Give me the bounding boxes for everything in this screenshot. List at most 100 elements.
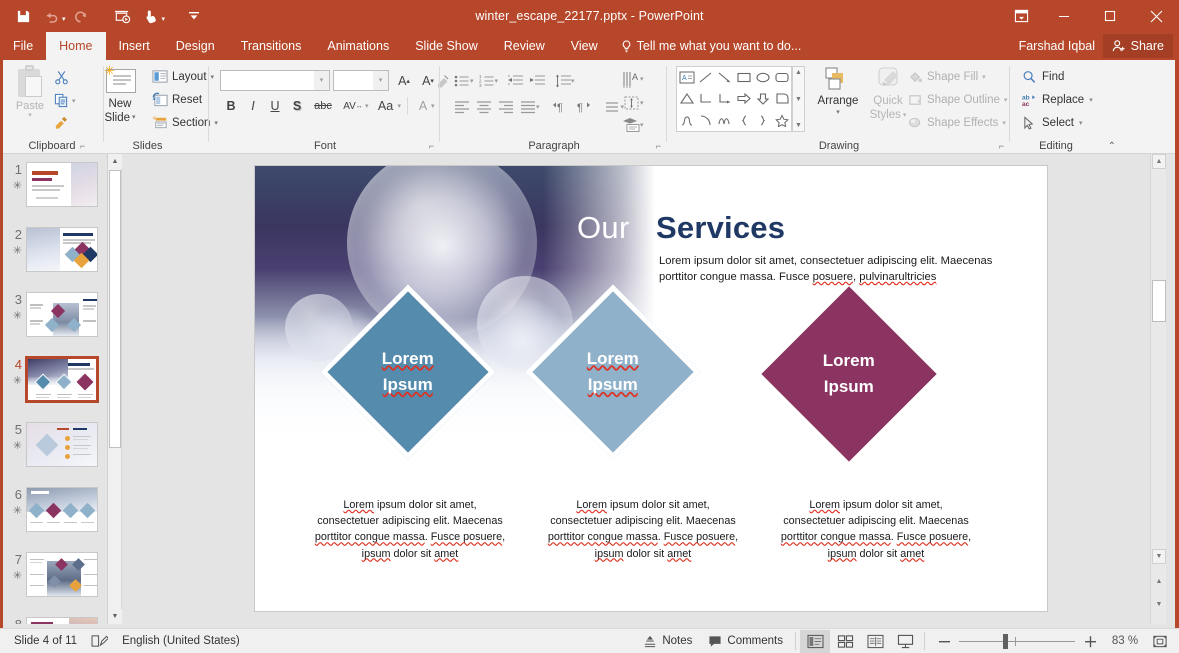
account-name[interactable]: Farshad Iqbal xyxy=(1019,32,1095,60)
font-size-dropdown-icon[interactable]: ▾ xyxy=(373,71,388,90)
view-slide-sorter-button[interactable] xyxy=(830,630,860,653)
text-shadow-button[interactable]: S xyxy=(286,95,308,117)
thumbnail-image-7[interactable] xyxy=(26,552,98,597)
slide-scroll-up-icon[interactable]: ▲ xyxy=(1152,154,1166,169)
next-slide-icon[interactable]: ▼ xyxy=(1152,597,1166,612)
align-text-box-dropdown-icon[interactable]: ▾ xyxy=(640,99,644,107)
caption-2[interactable]: Lorem ipsum dolor sit amet, consectetuer… xyxy=(545,497,741,562)
shape-rounded-rectangle-icon[interactable] xyxy=(772,67,791,88)
language-label[interactable]: English (United States) xyxy=(122,635,240,647)
fit-slide-to-window-button[interactable] xyxy=(1145,630,1175,653)
find-button[interactable]: Find xyxy=(1022,65,1110,88)
maximize-button[interactable] xyxy=(1087,0,1133,32)
italic-button[interactable]: I xyxy=(242,95,264,117)
slide-scroll-down-icon[interactable]: ▼ xyxy=(1152,549,1166,564)
previous-slide-icon[interactable]: ▲ xyxy=(1152,574,1166,589)
character-spacing-button[interactable]: AV ↔ xyxy=(338,95,368,117)
shapes-scroll-down-icon[interactable]: ▼ xyxy=(795,96,802,103)
align-right-button[interactable] xyxy=(495,96,517,118)
replace-dropdown-icon[interactable]: ▾ xyxy=(1089,96,1093,104)
new-slide-dropdown-icon[interactable]: ▾ xyxy=(132,114,136,123)
copy-dropdown-icon[interactable]: ▾ xyxy=(72,97,76,105)
ribbon-display-options-icon[interactable] xyxy=(1001,0,1041,32)
caption-1[interactable]: Lorem ipsum dolor sit amet, consectetuer… xyxy=(312,497,508,562)
align-center-button[interactable] xyxy=(473,96,495,118)
thumbnail-panel-scrollbar[interactable]: ▲ ▼ xyxy=(108,154,122,624)
arrange-button[interactable]: Arrange ▾ xyxy=(814,65,862,137)
shape-left-brace-icon[interactable] xyxy=(734,110,753,131)
decrease-indent-button[interactable] xyxy=(504,70,526,92)
shapes-gallery-more-icon[interactable]: ▼ xyxy=(795,122,802,129)
increase-font-size-button[interactable]: A ▴ xyxy=(393,70,415,92)
minimize-button[interactable] xyxy=(1041,0,1087,32)
quick-styles-button[interactable]: Quick Styles ▾ xyxy=(864,65,912,137)
tab-view[interactable]: View xyxy=(558,32,611,60)
bold-button[interactable]: B xyxy=(220,95,242,117)
change-case-dropdown-icon[interactable]: ▾ xyxy=(398,102,402,110)
shapes-scroll-up-icon[interactable]: ▲ xyxy=(795,69,802,76)
view-reading-button[interactable] xyxy=(860,630,890,653)
thumbnail-image-8[interactable] xyxy=(26,617,98,624)
thumbnail-image-2[interactable] xyxy=(26,227,98,272)
thumbnail-slide-3[interactable]: 3 ✳ xyxy=(0,292,107,352)
font-size-field[interactable] xyxy=(335,72,373,89)
notes-button[interactable]: Notes xyxy=(635,629,700,653)
font-dialog-launcher[interactable]: ⌐ xyxy=(429,141,434,151)
shape-effects-dropdown-icon[interactable]: ▾ xyxy=(1002,119,1006,127)
thumbnail-slide-8[interactable]: 8 ✳ xyxy=(0,617,107,624)
shape-ellipse-icon[interactable] xyxy=(753,67,772,88)
thumbnail-scrollbar-thumb[interactable] xyxy=(109,170,121,448)
view-slideshow-button[interactable] xyxy=(890,630,920,653)
select-button[interactable]: Select ▾ xyxy=(1022,111,1110,134)
paragraph-dialog-launcher[interactable]: ⌐ xyxy=(656,141,661,151)
thumbnail-image-6[interactable] xyxy=(26,487,98,532)
shape-outline-dropdown-icon[interactable]: ▾ xyxy=(1004,96,1008,104)
tab-insert[interactable]: Insert xyxy=(106,32,163,60)
slide-subtitle[interactable]: Lorem ipsum dolor sit amet, consectetuer… xyxy=(659,254,1019,286)
caption-3[interactable]: Lorem ipsum dolor sit amet, consectetuer… xyxy=(778,497,974,562)
thumbnail-image-5[interactable] xyxy=(26,422,98,467)
thumbnail-image-1[interactable] xyxy=(26,162,98,207)
shape-flowchart-icon[interactable] xyxy=(772,88,791,109)
shape-curve-icon[interactable] xyxy=(715,110,734,131)
font-color-dropdown-icon[interactable]: ▾ xyxy=(431,102,435,110)
thumbnail-slide-2[interactable]: 2 ✳ xyxy=(0,227,107,287)
bullets-dropdown-icon[interactable]: ▾ xyxy=(470,77,474,85)
diamond-shape-3[interactable]: Lorem Ipsum xyxy=(761,286,937,462)
increase-indent-button[interactable] xyxy=(526,70,548,92)
align-text-button[interactable]: ¶ xyxy=(574,96,596,118)
paste-dropdown-icon[interactable]: ▾ xyxy=(28,111,32,119)
font-size-input[interactable]: ▾ xyxy=(333,70,389,91)
thumbnail-slide-7[interactable]: 7 ✳ xyxy=(0,552,107,612)
slide-thumbnail-panel[interactable]: 1 ✳ 2 ✳ 3 ✳ 4 ✳ 5 ✳ 6 ✳ 7 ✳ xyxy=(0,154,108,624)
zoom-out-button[interactable] xyxy=(929,630,959,653)
shape-effects-button[interactable]: Shape Effects ▾ xyxy=(908,111,1008,134)
strikethrough-button[interactable]: abc xyxy=(308,95,338,117)
shape-right-arrow-icon[interactable] xyxy=(734,88,753,109)
tab-design[interactable]: Design xyxy=(163,32,228,60)
new-slide-button[interactable]: ✳ New Slide ▾ xyxy=(94,63,146,137)
shape-arrow-icon[interactable] xyxy=(715,67,734,88)
shape-star-icon[interactable] xyxy=(772,110,791,131)
thumbnail-slide-1[interactable]: 1 ✳ xyxy=(0,162,107,222)
shape-line-icon[interactable] xyxy=(696,67,715,88)
slide-scrollbar-thumb[interactable] xyxy=(1152,280,1166,322)
smartart-dropdown-icon[interactable]: ▾ xyxy=(640,121,644,129)
align-left-button[interactable] xyxy=(451,96,473,118)
close-button[interactable] xyxy=(1133,0,1179,32)
zoom-percent-label[interactable]: 83 % xyxy=(1105,635,1145,647)
thumbnail-image-4[interactable] xyxy=(25,356,99,403)
text-direction-dropdown-icon[interactable]: ▾ xyxy=(640,75,644,83)
share-button[interactable]: Share xyxy=(1102,34,1173,58)
drawing-dialog-launcher[interactable]: ⌐ xyxy=(999,141,1004,151)
shape-elbow-arrow-icon[interactable] xyxy=(715,88,734,109)
shape-scribble-icon[interactable] xyxy=(677,110,696,131)
shape-rectangle-icon[interactable] xyxy=(734,67,753,88)
thumbnail-slide-5[interactable]: 5 ✳ xyxy=(0,422,107,482)
font-name-field[interactable] xyxy=(222,72,314,89)
shape-down-arrow-icon[interactable] xyxy=(753,88,772,109)
tab-home[interactable]: Home xyxy=(46,32,106,60)
columns-dropdown-icon[interactable]: ▾ xyxy=(536,103,540,111)
shape-elbow-connector-icon[interactable] xyxy=(696,88,715,109)
slide-edit-area[interactable]: Our Services Lorem ipsum dolor sit amet,… xyxy=(123,154,1150,624)
